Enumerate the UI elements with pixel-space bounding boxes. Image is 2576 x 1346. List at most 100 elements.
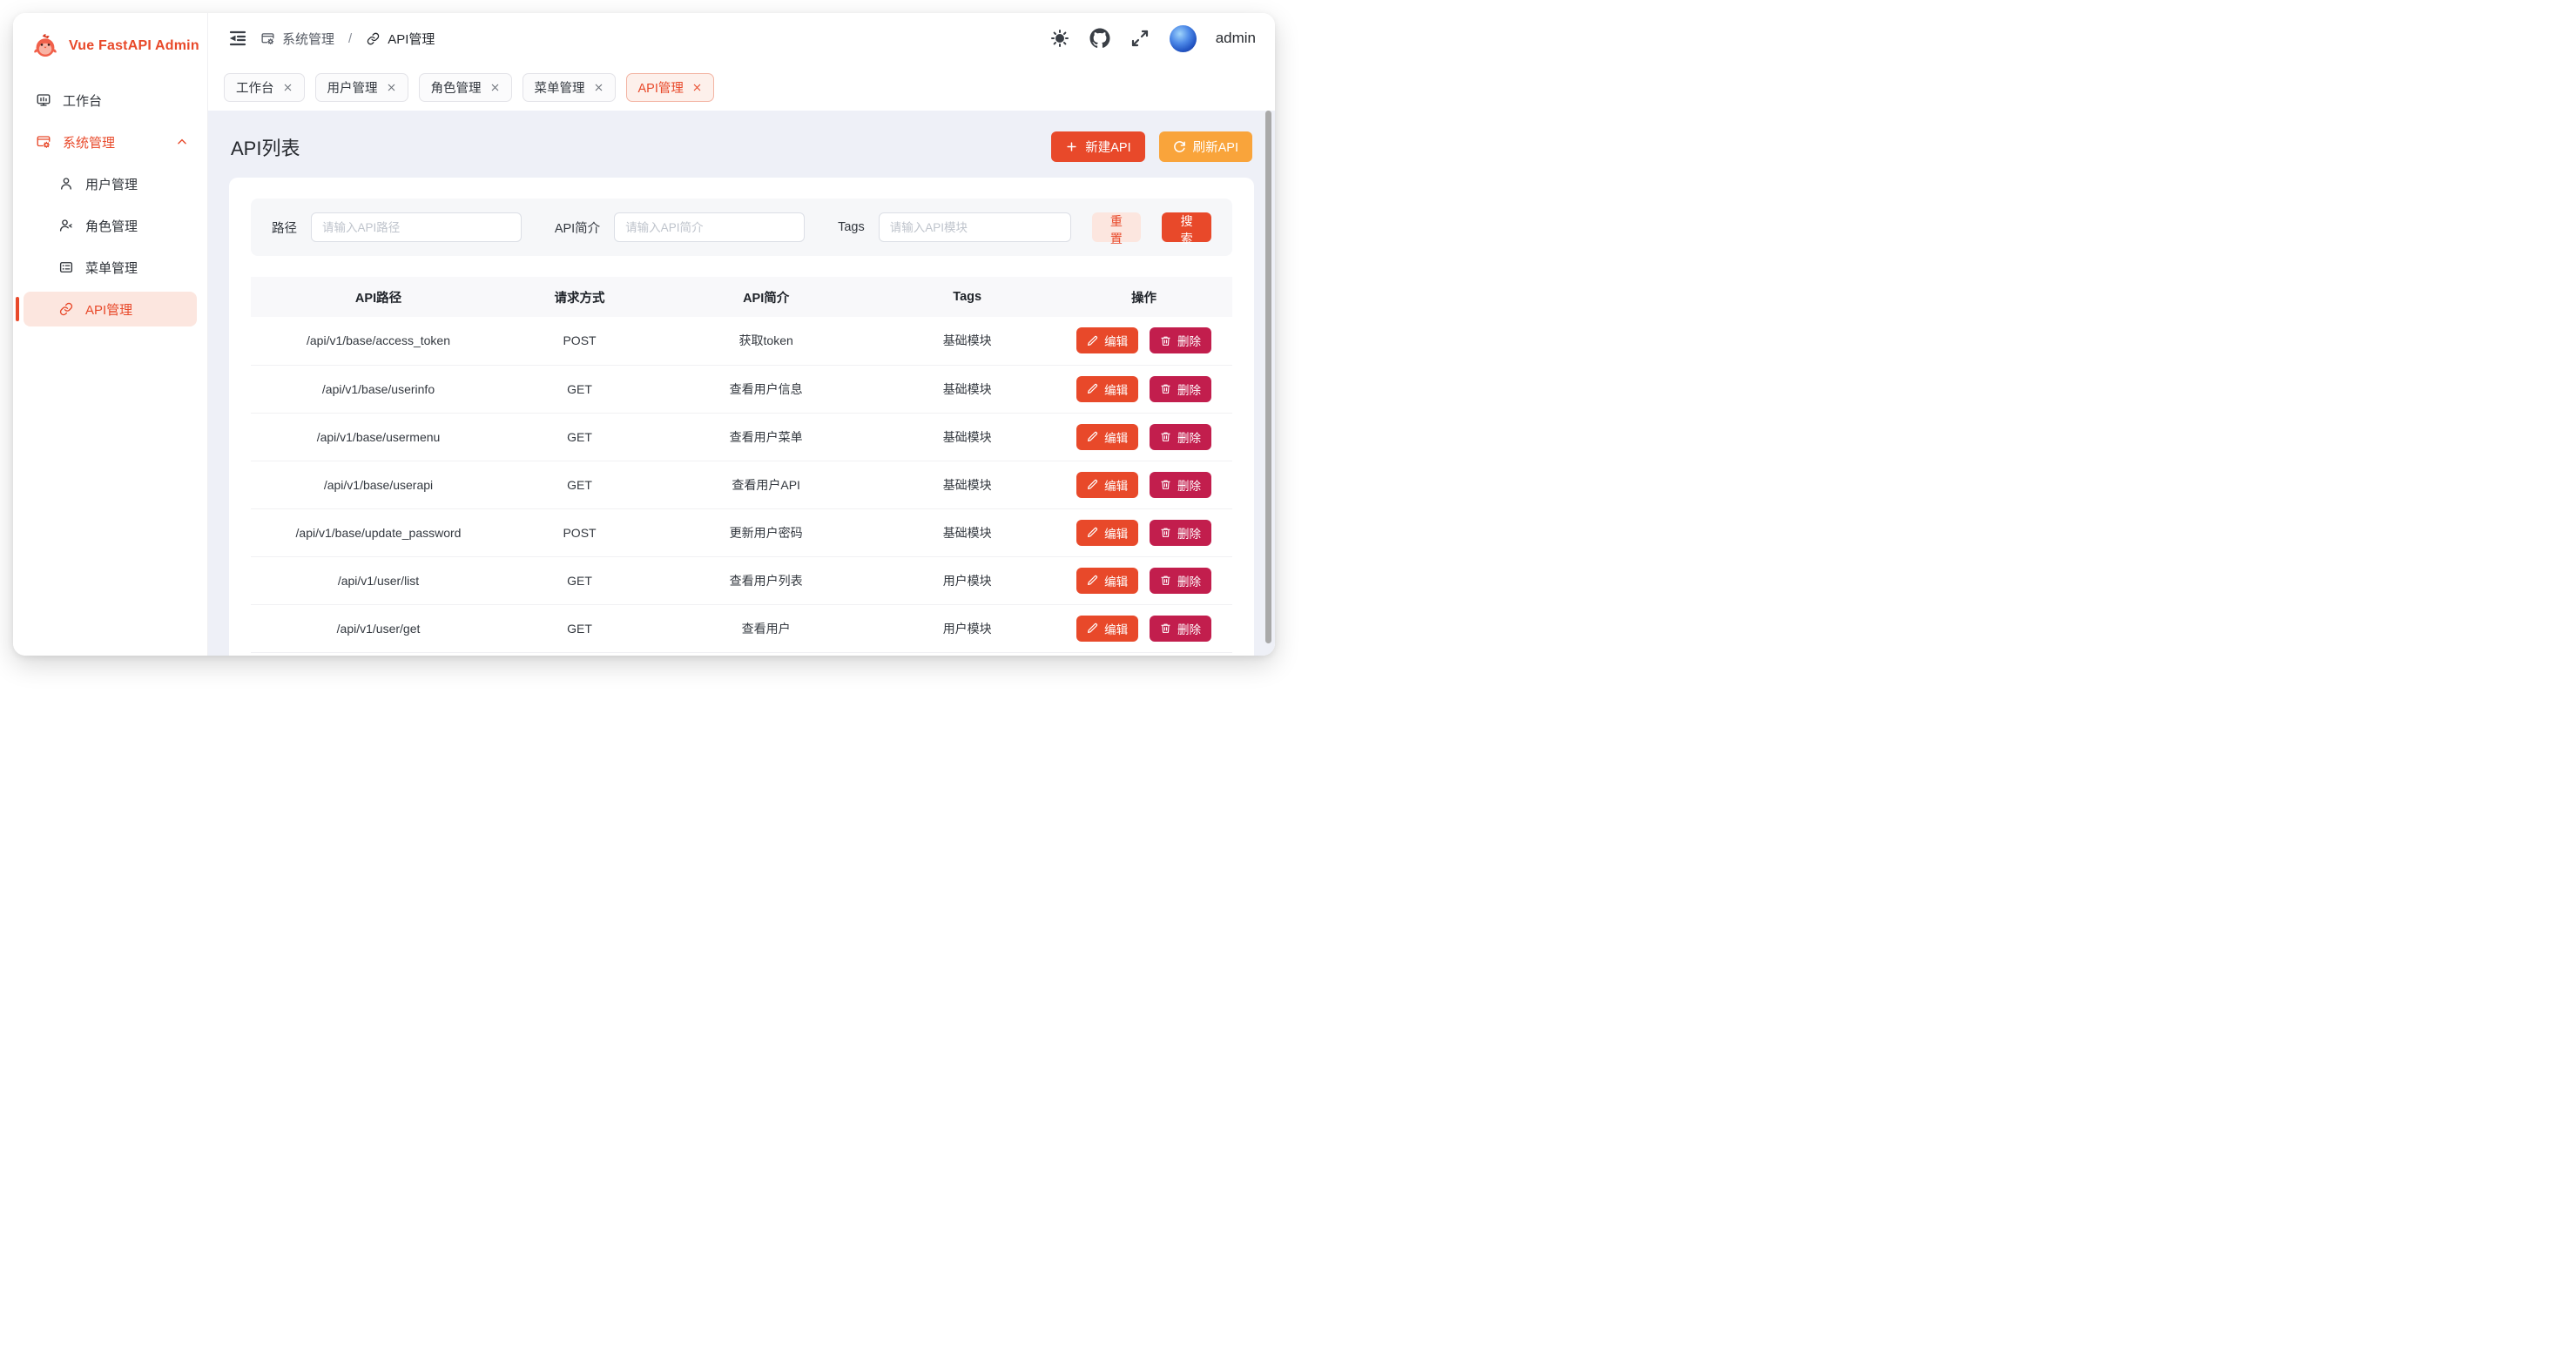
edit-button[interactable]: 编辑 (1076, 520, 1138, 546)
close-icon[interactable] (692, 83, 702, 92)
delete-button[interactable]: 删除 (1150, 616, 1211, 642)
edit-button-label: 编辑 (1104, 428, 1128, 446)
sidebar-item-label: 用户管理 (85, 175, 138, 193)
delete-button[interactable]: 删除 (1150, 520, 1211, 546)
trash-icon (1160, 383, 1171, 394)
api-summary-cell: 查看用户 (653, 604, 879, 652)
edit-button-label: 编辑 (1104, 476, 1128, 494)
app-window: Vue FastAPI Admin 工作台 (13, 13, 1275, 656)
api-path-cell: /api/v1/user/list (251, 556, 506, 604)
user-icon (58, 176, 74, 192)
tags-filter-label: Tags (838, 220, 865, 234)
fullscreen-icon[interactable] (1130, 28, 1150, 49)
content: API列表 新建API 刷新API (208, 111, 1275, 656)
table-row: /api/v1/base/userapi GET 查看用户API 基础模块 编辑 (251, 461, 1232, 508)
close-icon[interactable] (490, 83, 500, 92)
breadcrumb-system[interactable]: 系统管理 (260, 30, 334, 48)
trash-icon (1160, 623, 1171, 634)
monitor-icon (36, 92, 51, 108)
tab-label: 角色管理 (431, 78, 482, 97)
close-icon[interactable] (387, 83, 396, 92)
tab-label: API管理 (638, 78, 684, 97)
edit-button[interactable]: 编辑 (1076, 472, 1138, 498)
tab-menus[interactable]: 菜单管理 (523, 73, 616, 102)
api-actions-cell: 编辑 删除 (1055, 604, 1232, 652)
sidebar-item-roles[interactable]: 角色管理 (24, 208, 197, 243)
sidebar-item-label: 菜单管理 (85, 259, 138, 277)
delete-button[interactable]: 删除 (1150, 424, 1211, 450)
sidebar-item-label: 角色管理 (85, 217, 138, 235)
sidebar-item-system[interactable]: 系统管理 (24, 125, 197, 159)
tags-filter-input[interactable] (879, 212, 1071, 242)
theme-sun-icon[interactable] (1049, 28, 1070, 49)
api-method-cell: GET (506, 365, 653, 413)
tab-workbench[interactable]: 工作台 (224, 73, 305, 102)
breadcrumb-label: API管理 (388, 30, 435, 48)
delete-button-label: 删除 (1177, 380, 1201, 398)
column-header-method: 请求方式 (506, 277, 653, 317)
app-logo: Vue FastAPI Admin (13, 27, 207, 60)
delete-button[interactable]: 删除 (1150, 472, 1211, 498)
sidebar: Vue FastAPI Admin 工作台 (13, 13, 208, 656)
edit-button[interactable]: 编辑 (1076, 616, 1138, 642)
delete-button[interactable]: 删除 (1150, 568, 1211, 594)
main-area: 系统管理 / API管理 (208, 13, 1275, 656)
app-title: Vue FastAPI Admin (69, 38, 199, 54)
sidebar-item-menus[interactable]: 菜单管理 (24, 250, 197, 285)
tab-api[interactable]: API管理 (626, 73, 714, 102)
trash-icon (1160, 575, 1171, 586)
api-path-cell: /api/v1/base/userinfo (251, 365, 506, 413)
username[interactable]: admin (1216, 30, 1256, 47)
api-path-cell: /api/v1/base/update_password (251, 508, 506, 556)
summary-filter-input[interactable] (614, 212, 805, 242)
edit-button-label: 编辑 (1104, 572, 1128, 589)
edit-button-label: 编辑 (1104, 332, 1128, 349)
breadcrumb-api[interactable]: API管理 (366, 30, 435, 48)
github-icon[interactable] (1089, 28, 1110, 49)
sidebar-item-api[interactable]: API管理 (24, 292, 197, 326)
edit-button[interactable]: 编辑 (1076, 376, 1138, 402)
api-table-body: /api/v1/base/access_token POST 获取token 基… (251, 317, 1232, 652)
api-tags-cell: 基础模块 (879, 461, 1055, 508)
api-actions-cell: 编辑 删除 (1055, 508, 1232, 556)
refresh-api-label: 刷新API (1193, 138, 1238, 156)
api-tags-cell: 基础模块 (879, 317, 1055, 365)
api-tags-cell: 基础模块 (879, 365, 1055, 413)
summary-filter-label: API简介 (555, 219, 600, 237)
tab-roles[interactable]: 角色管理 (419, 73, 512, 102)
delete-button[interactable]: 删除 (1150, 376, 1211, 402)
refresh-icon (1173, 140, 1186, 153)
edit-button-label: 编辑 (1104, 380, 1128, 398)
search-button[interactable]: 搜索 (1162, 212, 1211, 242)
tab-label: 用户管理 (327, 78, 378, 97)
edit-button[interactable]: 编辑 (1076, 327, 1138, 353)
delete-button-label: 删除 (1177, 524, 1201, 542)
pencil-icon (1087, 527, 1098, 538)
edit-button[interactable]: 编辑 (1076, 568, 1138, 594)
delete-button-label: 删除 (1177, 572, 1201, 589)
reset-button[interactable]: 重置 (1092, 212, 1142, 242)
tab-users[interactable]: 用户管理 (315, 73, 408, 102)
table-header-row: API路径 请求方式 API简介 Tags 操作 (251, 277, 1232, 317)
breadcrumb-label: 系统管理 (282, 30, 334, 48)
close-icon[interactable] (594, 83, 604, 92)
create-api-button[interactable]: 新建API (1051, 131, 1144, 162)
sidebar-item-workbench[interactable]: 工作台 (24, 83, 197, 118)
refresh-api-button[interactable]: 刷新API (1159, 131, 1252, 162)
create-api-label: 新建API (1085, 138, 1130, 156)
path-filter-input[interactable] (311, 212, 522, 242)
pencil-icon (1087, 479, 1098, 490)
topbar: 系统管理 / API管理 (208, 13, 1275, 64)
api-path-cell: /api/v1/base/access_token (251, 317, 506, 365)
collapse-sidebar-icon[interactable] (227, 28, 248, 49)
pencil-icon (1087, 335, 1098, 347)
table-row: /api/v1/base/access_token POST 获取token 基… (251, 317, 1232, 365)
avatar[interactable] (1170, 25, 1197, 52)
close-icon[interactable] (283, 83, 293, 92)
api-method-cell: GET (506, 604, 653, 652)
vertical-scrollbar[interactable] (1265, 111, 1271, 643)
chevron-up-icon (176, 136, 188, 148)
edit-button[interactable]: 编辑 (1076, 424, 1138, 450)
sidebar-item-users[interactable]: 用户管理 (24, 166, 197, 201)
delete-button[interactable]: 删除 (1150, 327, 1211, 353)
